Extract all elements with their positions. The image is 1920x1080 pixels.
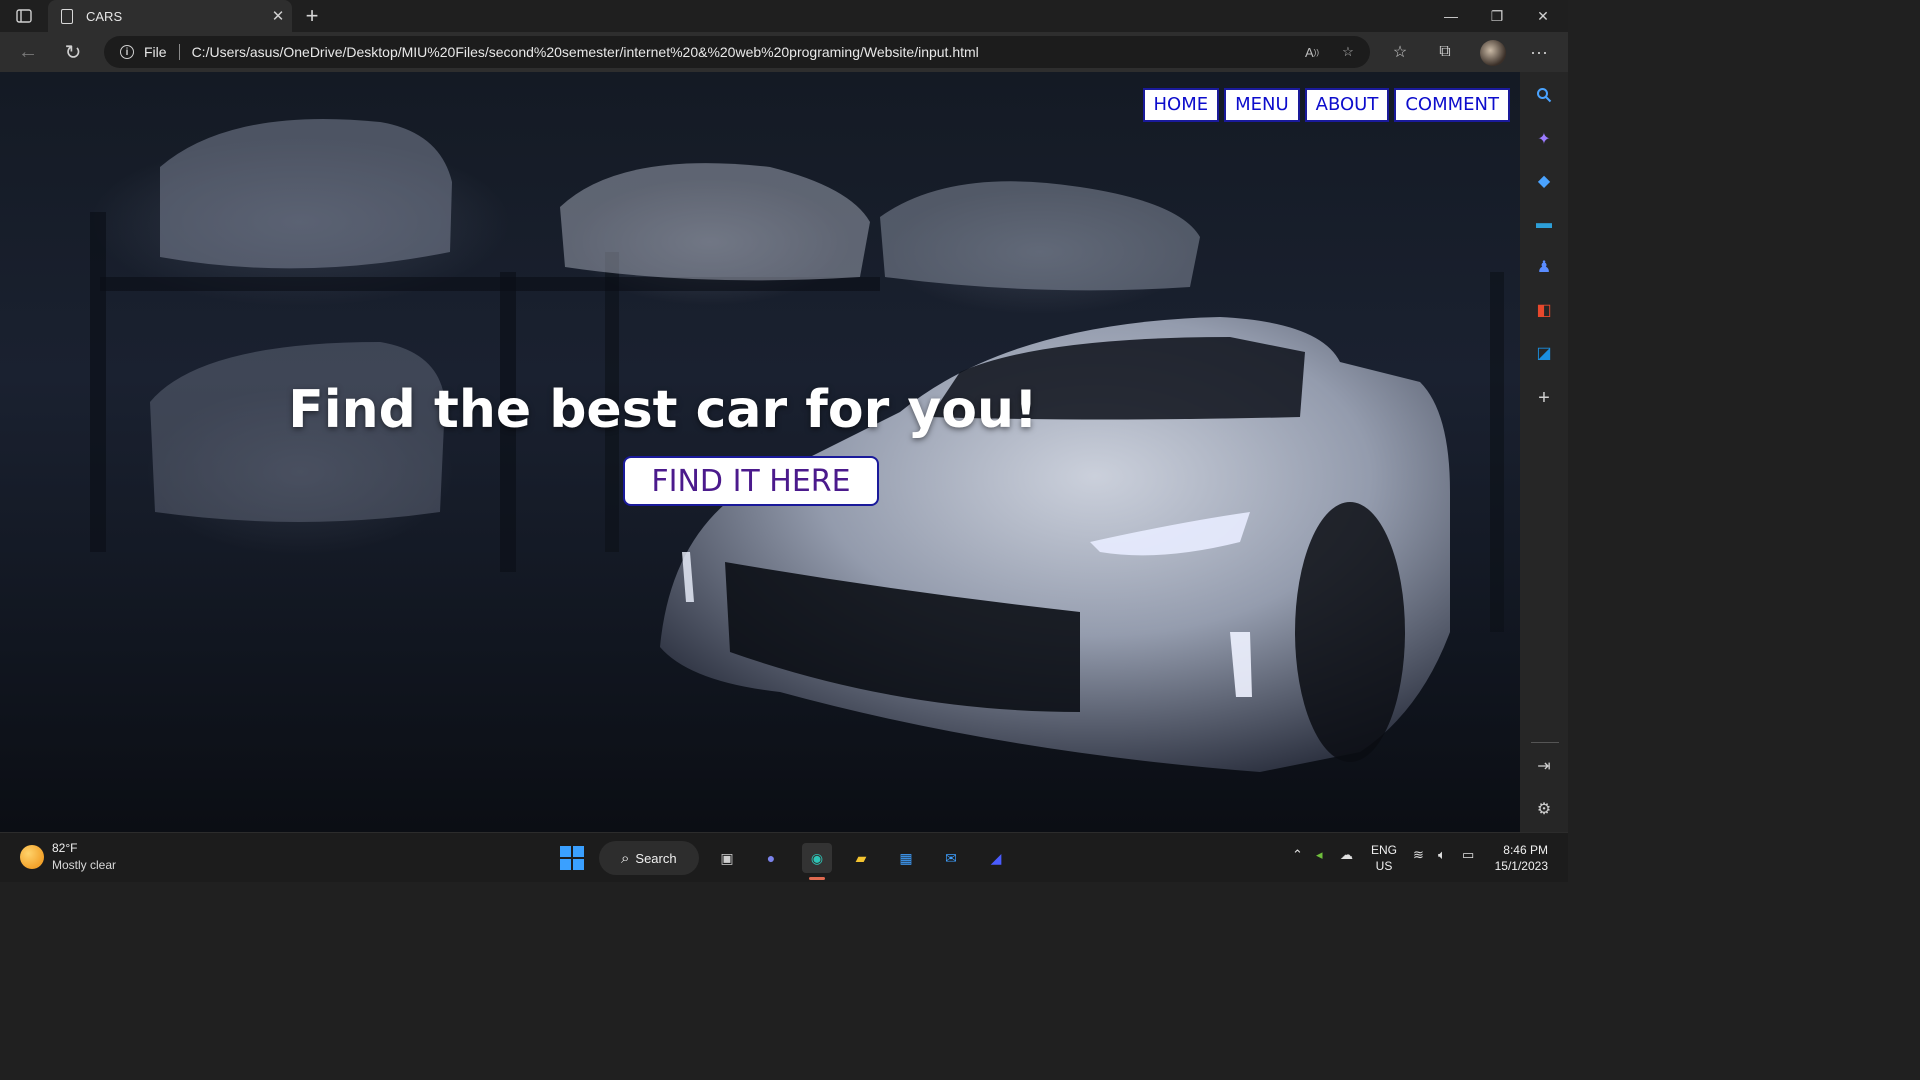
date: 15/1/2023 bbox=[1494, 859, 1548, 873]
settings-gear-icon[interactable]: ⚙ bbox=[1532, 797, 1556, 821]
tools-briefcase-icon[interactable]: ▬ bbox=[1532, 212, 1556, 236]
find-it-here-button[interactable]: FIND IT HERE bbox=[623, 456, 879, 506]
copilot-sparkle-icon[interactable]: ✦ bbox=[1532, 127, 1556, 151]
more-icon[interactable]: ··· bbox=[1525, 38, 1553, 66]
close-window-icon[interactable]: ✕ bbox=[1520, 0, 1566, 32]
teams-chat-icon[interactable]: ● bbox=[756, 843, 786, 873]
active-app-indicator bbox=[809, 877, 825, 880]
browser-tab[interactable]: CARS ✕ bbox=[48, 0, 292, 32]
close-tab-icon[interactable]: ✕ bbox=[264, 7, 292, 25]
games-icon[interactable]: ♟ bbox=[1532, 255, 1556, 279]
search-label: Search bbox=[635, 850, 677, 866]
car-background-image bbox=[90, 119, 1504, 772]
show-hidden-icons-icon[interactable]: ⌃ bbox=[1292, 847, 1303, 863]
hide-sidebar-icon[interactable]: ⇥ bbox=[1532, 754, 1556, 778]
add-icon[interactable]: + bbox=[1532, 386, 1556, 410]
task-view-icon[interactable]: ▣ bbox=[712, 843, 742, 873]
weather-temp[interactable]: 82°F bbox=[52, 841, 77, 855]
battery-icon[interactable]: ▭ bbox=[1462, 847, 1474, 863]
clock[interactable]: 8:46 PM 15/1/2023 bbox=[1490, 842, 1548, 874]
divider bbox=[1531, 742, 1559, 743]
volume-icon[interactable]: 🔈︎ bbox=[1438, 847, 1446, 863]
microsoft-store-icon[interactable]: ▦ bbox=[891, 843, 921, 873]
scheme-label: File bbox=[144, 44, 167, 60]
new-tab-icon[interactable]: + bbox=[300, 3, 324, 29]
add-favorite-icon[interactable]: ☆ bbox=[1334, 38, 1362, 66]
nav-about-button[interactable]: ABOUT bbox=[1304, 88, 1390, 122]
onedrive-cloud-icon[interactable]: ☁ bbox=[1340, 847, 1353, 863]
office-icon[interactable]: ◧ bbox=[1532, 298, 1556, 322]
language-code: ENG bbox=[1371, 843, 1398, 857]
weather-moon-icon[interactable] bbox=[20, 845, 44, 869]
restore-icon[interactable]: ❐ bbox=[1474, 0, 1520, 32]
minimize-icon[interactable]: — bbox=[1428, 0, 1474, 32]
browser-toolbar: ← ↻ i File C:/Users/asus/OneDrive/Deskto… bbox=[0, 32, 1568, 72]
app-icon[interactable]: ◢ bbox=[981, 843, 1011, 873]
nav-comment-button[interactable]: COMMENT bbox=[1394, 88, 1510, 122]
nav-home-button[interactable]: HOME bbox=[1142, 88, 1220, 122]
profile-avatar[interactable] bbox=[1480, 40, 1506, 66]
time: 8:46 PM bbox=[1503, 843, 1548, 857]
taskbar-search[interactable]: ⌕ Search bbox=[599, 841, 699, 875]
search-icon: ⌕ bbox=[621, 849, 630, 867]
edge-browser-icon[interactable]: ◉ bbox=[802, 843, 832, 873]
hero-title: Find the best car for you! bbox=[288, 380, 1038, 440]
address-bar[interactable]: i File C:/Users/asus/OneDrive/Desktop/MI… bbox=[104, 36, 1370, 68]
taskbar: 82°F Mostly clear ⌕ Search ▣ ● ◉ ▰ ▦ ✉ ◢… bbox=[0, 832, 1568, 882]
collections-icon[interactable]: ⧉ bbox=[1431, 38, 1459, 66]
language-indicator[interactable]: ENG US bbox=[1371, 842, 1397, 874]
info-icon[interactable]: i bbox=[120, 45, 134, 59]
mail-icon[interactable]: ✉ bbox=[936, 843, 966, 873]
divider bbox=[178, 44, 180, 60]
file-explorer-icon[interactable]: ▰ bbox=[846, 843, 876, 873]
tab-actions-icon[interactable] bbox=[12, 6, 36, 26]
start-windows-icon[interactable] bbox=[560, 846, 584, 870]
read-aloud-icon[interactable]: A)) bbox=[1298, 38, 1326, 66]
tab-title: CARS bbox=[86, 8, 123, 24]
refresh-icon[interactable]: ↻ bbox=[59, 38, 87, 66]
outlook-icon[interactable]: ◪ bbox=[1532, 341, 1556, 365]
region-code: US bbox=[1375, 859, 1393, 873]
shopping-tag-icon[interactable]: ◆ bbox=[1532, 169, 1556, 193]
back-icon[interactable]: ← bbox=[14, 38, 42, 66]
weather-condition[interactable]: Mostly clear bbox=[52, 858, 116, 872]
nvidia-icon[interactable]: ◂ bbox=[1316, 847, 1323, 863]
title-bar: CARS ✕ + — ❐ ✕ bbox=[0, 0, 1568, 32]
url-text[interactable]: C:/Users/asus/OneDrive/Desktop/MIU%20Fil… bbox=[192, 44, 979, 60]
page-viewport: HOME MENU ABOUT COMMENT Find the best ca… bbox=[0, 72, 1520, 832]
edge-sidebar: ✦ ◆ ▬ ♟ ◧ ◪ + ⇥ ⚙ bbox=[1520, 72, 1568, 832]
site-nav: HOME MENU ABOUT COMMENT bbox=[1142, 88, 1510, 122]
wifi-icon[interactable]: ≋ bbox=[1413, 847, 1424, 863]
search-icon[interactable] bbox=[1532, 83, 1556, 107]
page-icon bbox=[61, 8, 73, 24]
favorites-icon[interactable]: ☆ bbox=[1386, 38, 1414, 66]
nav-menu-button[interactable]: MENU bbox=[1224, 88, 1300, 122]
